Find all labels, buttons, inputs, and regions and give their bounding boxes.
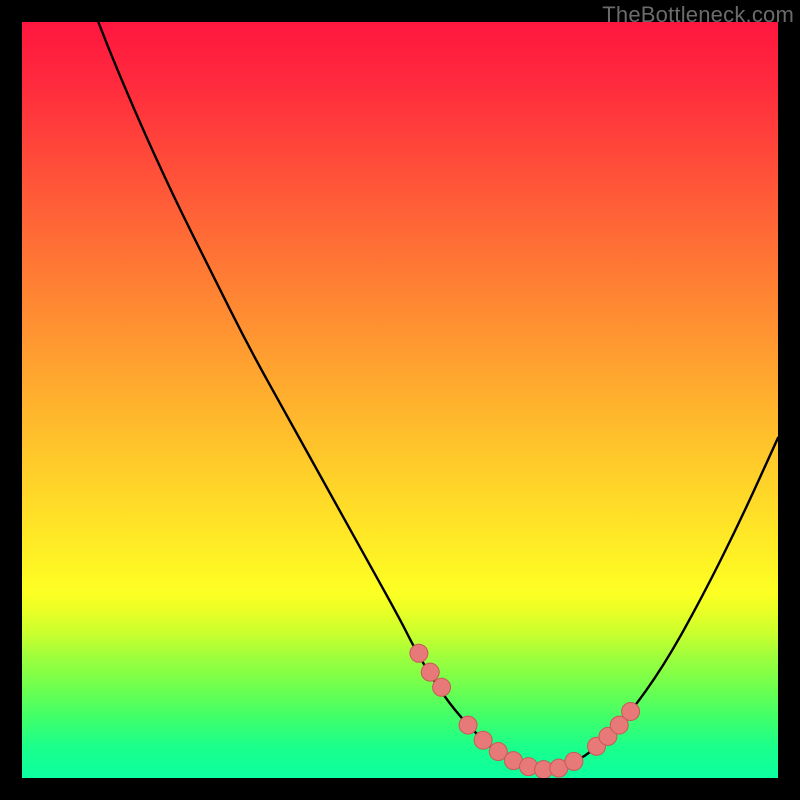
marker-point	[565, 752, 583, 770]
chart-svg	[22, 22, 778, 778]
highlighted-points	[410, 644, 640, 778]
marker-point	[421, 663, 439, 681]
chart-frame	[22, 22, 778, 778]
marker-point	[474, 731, 492, 749]
marker-point	[433, 678, 451, 696]
marker-point	[410, 644, 428, 662]
marker-point	[622, 702, 640, 720]
marker-point	[459, 716, 477, 734]
bottleneck-curve	[22, 22, 778, 770]
